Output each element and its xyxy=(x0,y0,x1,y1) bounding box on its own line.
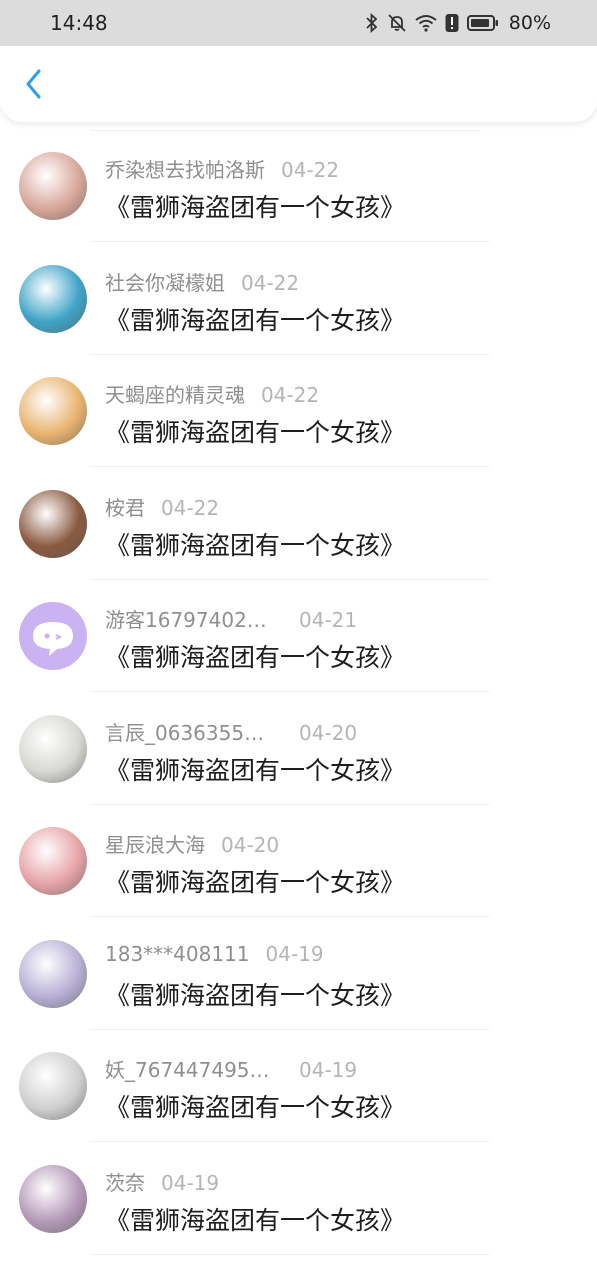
comment-text: 《雷狮海盗团有一个女孩》 xyxy=(105,305,406,335)
avatar[interactable] xyxy=(19,489,87,558)
list-item[interactable]: 游客16797402… 04-21 《雷狮海盗团有一个女孩》 xyxy=(0,580,597,692)
comment-header: 妖_767447495… 04-19 xyxy=(105,1054,357,1083)
avatar[interactable] xyxy=(19,827,87,895)
avatar[interactable] xyxy=(19,152,87,220)
list-item[interactable]: 183***408111 04-19 《雷狮海盗团有一个女孩》 xyxy=(0,918,597,1030)
comment-header: 茨奈 04-19 xyxy=(105,1167,219,1196)
username[interactable]: 星辰浪大海 xyxy=(105,829,205,858)
username[interactable]: 妖_767447495… xyxy=(105,1054,283,1083)
username[interactable]: 183***408111 xyxy=(105,942,250,966)
mute-icon xyxy=(388,14,406,32)
avatar[interactable] xyxy=(19,602,87,670)
username[interactable]: 社会你凝檬姐 xyxy=(105,267,225,296)
comment-date: 04-20 xyxy=(299,720,358,745)
username[interactable]: 茨奈 xyxy=(105,1167,145,1196)
username[interactable]: 游客16797402… xyxy=(105,604,283,633)
comment-header: 社会你凝檬姐 04-22 xyxy=(105,267,299,296)
avatar[interactable] xyxy=(19,939,87,1008)
status-icons: 80% xyxy=(365,12,551,34)
chevron-left-icon xyxy=(26,69,41,99)
username[interactable]: 乔染想去找帕洛斯 xyxy=(105,154,265,183)
comment-text: 《雷狮海盗团有一个女孩》 xyxy=(105,755,406,785)
avatar[interactable] xyxy=(19,377,87,445)
status-bar: 14:48 80% xyxy=(0,0,597,46)
comment-header: 天蝎座的精灵魂 04-22 xyxy=(105,379,319,408)
bluetooth-icon xyxy=(366,13,378,33)
list-item[interactable]: 言辰_0636355… 04-20 《雷狮海盗团有一个女孩》 xyxy=(0,693,597,805)
nav-bar xyxy=(0,46,597,122)
comment-text: 《雷狮海盗团有一个女孩》 xyxy=(105,1093,406,1122)
wifi-icon xyxy=(415,15,437,32)
comment-text: 《雷狮海盗团有一个女孩》 xyxy=(105,1205,406,1235)
avatar[interactable] xyxy=(19,264,87,333)
list-item[interactable]: 天蝎座的精灵魂 04-22 《雷狮海盗团有一个女孩》 xyxy=(0,355,597,467)
comment-date: 04-22 xyxy=(241,270,300,295)
comment-text: 《雷狮海盗团有一个女孩》 xyxy=(105,980,406,1010)
back-button[interactable] xyxy=(14,64,54,104)
comment-header: 183***408111 04-19 xyxy=(105,942,324,966)
avatar[interactable] xyxy=(19,714,87,783)
list-item[interactable]: 桉君 04-22 《雷狮海盗团有一个女孩》 xyxy=(0,468,597,580)
comment-date: 04-20 xyxy=(221,833,280,857)
comment-date: 04-22 xyxy=(261,383,320,407)
comment-date: 04-22 xyxy=(281,158,340,182)
comment-text: 《雷狮海盗团有一个女孩》 xyxy=(105,868,406,897)
comment-header: 桉君 04-22 xyxy=(105,492,219,521)
username[interactable]: 桉君 xyxy=(105,492,145,521)
alert-icon xyxy=(445,14,459,32)
comment-text: 《雷狮海盗团有一个女孩》 xyxy=(105,193,406,222)
list-item[interactable]: 星辰浪大海 04-20 《雷狮海盗团有一个女孩》 xyxy=(0,805,597,917)
comment-header: 游客16797402… 04-21 xyxy=(105,604,357,633)
comment-header: 乔染想去找帕洛斯 04-22 xyxy=(105,154,339,183)
battery-percent: 80% xyxy=(508,12,551,34)
comment-text: 《雷狮海盗团有一个女孩》 xyxy=(105,530,406,560)
comment-header: 言辰_0636355… 04-20 xyxy=(105,717,357,746)
comment-text: 《雷狮海盗团有一个女孩》 xyxy=(105,643,406,672)
list-item[interactable]: 乔染想去找帕洛斯 04-22 《雷狮海盗团有一个女孩》 xyxy=(0,130,597,242)
list-item[interactable]: 社会你凝檬姐 04-22 《雷狮海盗团有一个女孩》 xyxy=(0,243,597,355)
divider xyxy=(90,1253,490,1255)
comment-date: 04-19 xyxy=(161,1170,220,1195)
avatar[interactable] xyxy=(19,1052,87,1120)
username[interactable]: 天蝎座的精灵魂 xyxy=(105,379,245,408)
list-item[interactable]: 茨奈 04-19 《雷狮海盗团有一个女孩》 xyxy=(0,1143,597,1255)
comment-date: 04-19 xyxy=(265,941,324,966)
comment-date: 04-22 xyxy=(161,495,220,520)
status-time: 14:48 xyxy=(50,11,108,35)
battery-icon xyxy=(466,15,498,31)
comment-text: 《雷狮海盗团有一个女孩》 xyxy=(105,418,406,447)
avatar[interactable] xyxy=(19,1164,87,1233)
comment-date: 04-21 xyxy=(299,608,358,632)
comment-date: 04-19 xyxy=(299,1058,358,1082)
username[interactable]: 言辰_0636355… xyxy=(105,717,283,746)
list-item[interactable]: 妖_767447495… 04-19 《雷狮海盗团有一个女孩》 xyxy=(0,1030,597,1142)
comment-header: 星辰浪大海 04-20 xyxy=(105,829,279,858)
